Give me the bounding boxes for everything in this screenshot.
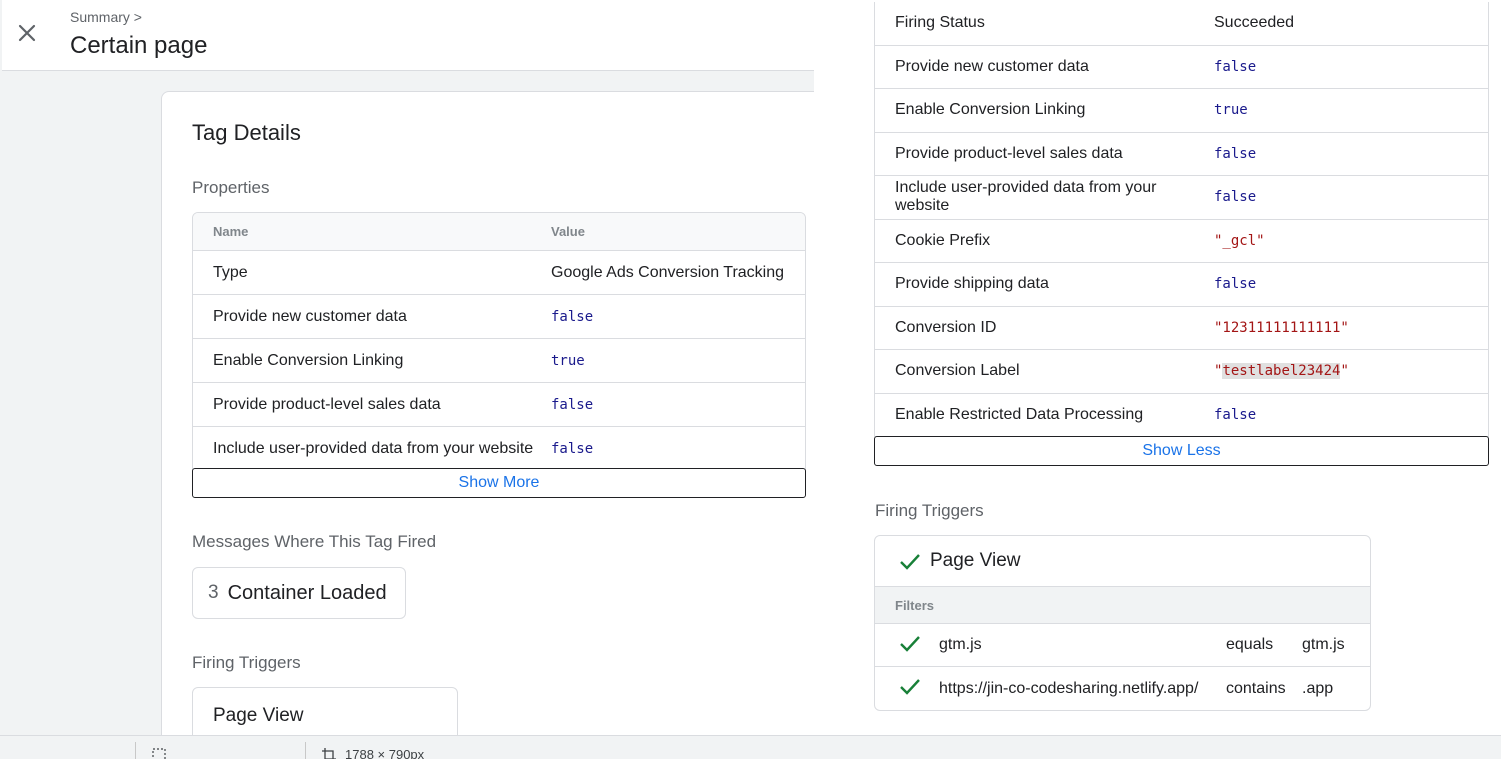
filter-variable: gtm.js: [939, 636, 982, 653]
property-value: false: [1214, 276, 1257, 293]
message-label: Container Loaded: [227, 581, 387, 604]
table-header: Name Value: [193, 213, 805, 251]
property-value: false: [1214, 189, 1257, 206]
breadcrumb[interactable]: Summary >: [70, 9, 142, 25]
message-chip[interactable]: 3 Container Loaded: [192, 567, 406, 619]
filters-header: Filters: [875, 587, 1370, 624]
message-number: 3: [208, 582, 219, 603]
header-bar: Summary > Certain page: [2, 0, 814, 71]
status-bar: 1788 × 790px: [0, 735, 1501, 759]
property-value: "12311111111111": [1214, 319, 1349, 336]
table-row: Conversion Label "testlabel23424": [875, 350, 1488, 394]
filter-value: gtm.js: [1302, 636, 1345, 653]
table-row: Provide product-level sales data false: [193, 383, 805, 427]
property-name: Provide shipping data: [895, 275, 1049, 293]
tag-details-panel: Summary > Certain page Tag Details Prope…: [0, 0, 814, 735]
property-name: Enable Conversion Linking: [213, 351, 404, 369]
property-name: Include user-provided data from your web…: [895, 179, 1157, 215]
table-row: Cookie Prefix "_gcl": [875, 220, 1488, 263]
property-name: Provide new customer data: [895, 57, 1089, 75]
property-value: Google Ads Conversion Tracking: [551, 263, 785, 281]
property-name: Conversion ID: [895, 318, 997, 336]
expanded-details-panel: Firing Status Succeeded Provide new cust…: [814, 0, 1501, 735]
trigger-name: Page View: [930, 550, 1021, 571]
expanded-properties-table: Firing Status Succeeded Provide new cust…: [874, 2, 1489, 437]
property-name: Provide new customer data: [213, 307, 407, 325]
properties-table: Name Value Type Google Ads Conversion Tr…: [192, 212, 806, 472]
filter-check: [875, 676, 939, 701]
property-name: Provide product-level sales data: [213, 395, 441, 413]
trigger-header[interactable]: Page View: [875, 536, 1370, 587]
show-less-button[interactable]: Show Less: [874, 436, 1489, 466]
column-header-value: Value: [551, 224, 585, 239]
selection-icon[interactable]: [152, 748, 166, 759]
divider: [135, 742, 136, 759]
tag-details-title: Tag Details: [192, 120, 301, 145]
table-row: Provide new customer data false: [875, 46, 1488, 89]
dimensions-readout: 1788 × 790px: [345, 747, 425, 759]
filter-row: gtm.js equals gtm.js: [875, 624, 1370, 667]
properties-title: Properties: [192, 178, 270, 197]
check-icon: [899, 551, 921, 571]
table-row: Include user-provided data from your web…: [193, 427, 805, 471]
property-name: Conversion Label: [895, 362, 1020, 380]
table-row: Type Google Ads Conversion Tracking: [193, 251, 805, 295]
property-value: false: [1214, 145, 1257, 162]
property-name: Provide product-level sales data: [895, 144, 1123, 162]
property-value: true: [1214, 102, 1248, 119]
property-value: "_gcl": [1214, 232, 1265, 249]
trigger-label: Page View: [213, 705, 304, 726]
tag-details-card: Tag Details Properties Name Value Type G…: [161, 91, 814, 735]
filter-value: .app: [1302, 679, 1334, 697]
filter-check: [875, 633, 939, 658]
property-name: Include user-provided data from your web…: [213, 440, 534, 457]
property-name: Type: [213, 263, 248, 281]
property-value: false: [1214, 406, 1257, 423]
property-name: Enable Conversion Linking: [895, 101, 1086, 119]
messages-title: Messages Where This Tag Fired: [192, 532, 437, 551]
property-value: false: [551, 396, 594, 413]
filter-operator: equals: [1226, 636, 1274, 653]
property-value: false: [551, 441, 594, 457]
column-header-name: Name: [213, 224, 249, 239]
highlighted-text[interactable]: testlabel23424: [1222, 363, 1341, 380]
table-row: Provide product-level sales data false: [875, 133, 1488, 176]
property-name: Enable Restricted Data Processing: [895, 405, 1144, 423]
close-icon[interactable]: [14, 20, 40, 46]
table-row: Enable Conversion Linking true: [875, 89, 1488, 133]
table-row: Provide new customer data false: [193, 295, 805, 339]
table-row: Firing Status Succeeded: [875, 2, 1488, 46]
check-icon: [899, 676, 921, 696]
crop-icon[interactable]: [322, 748, 336, 759]
firing-triggers-title: Firing Triggers: [875, 501, 984, 520]
table-row: Include user-provided data from your web…: [875, 176, 1488, 220]
quote-close: ": [1340, 363, 1349, 380]
table-row: Enable Conversion Linking true: [193, 339, 805, 383]
trigger-card[interactable]: Page View: [192, 687, 458, 735]
table-row: Enable Restricted Data Processing false: [875, 394, 1488, 437]
property-name: Firing Status: [895, 14, 985, 32]
property-name: Cookie Prefix: [895, 231, 991, 249]
filter-variable: https://jin-co-codesharing.netlify.app/: [939, 679, 1199, 697]
filter-operator: contains: [1226, 679, 1286, 697]
show-more-button[interactable]: Show More: [192, 468, 806, 498]
table-row: Conversion ID "12311111111111": [875, 307, 1488, 350]
divider: [305, 742, 306, 759]
check-icon: [899, 633, 921, 653]
trigger-card: Page View Filters gtm.js equals gtm.js h…: [874, 535, 1371, 711]
property-value: "testlabel23424": [1214, 363, 1488, 380]
property-value: true: [551, 352, 585, 369]
filter-row: https://jin-co-codesharing.netlify.app/ …: [875, 667, 1370, 710]
property-value: Succeeded: [1214, 14, 1295, 32]
firing-triggers-title: Firing Triggers: [192, 653, 301, 672]
page-title: Certain page: [70, 32, 208, 59]
table-row: Provide shipping data false: [875, 263, 1488, 307]
property-value: false: [551, 308, 594, 325]
property-value: false: [1214, 58, 1257, 75]
